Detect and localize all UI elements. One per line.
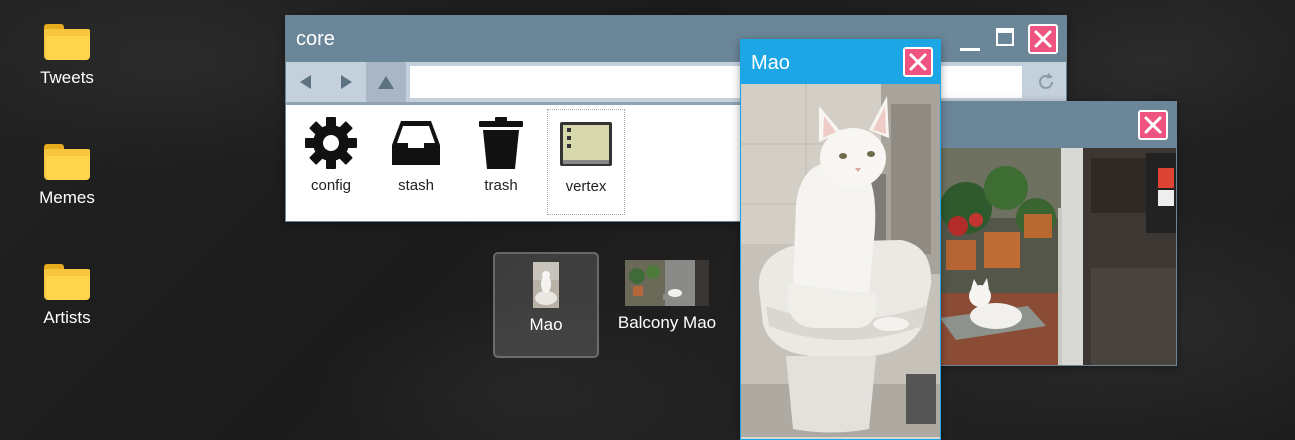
explorer-item-trash[interactable]: trash — [462, 115, 540, 194]
folder-icon — [44, 264, 90, 300]
explorer-item-label: trash — [484, 177, 518, 194]
mao-viewer-titlebar[interactable]: Mao — [741, 40, 940, 84]
inbox-icon — [392, 121, 440, 165]
folder-icon — [44, 144, 90, 180]
balcony-mao-thumbnail — [625, 260, 709, 306]
window-title: core — [296, 28, 335, 50]
balcony-mao-image — [936, 148, 1176, 365]
desktop-icon-tweets[interactable]: Tweets — [12, 24, 122, 88]
desktop-icon-artists[interactable]: Artists — [12, 264, 122, 328]
explorer-item-label: config — [310, 177, 352, 194]
close-icon[interactable] — [1138, 110, 1168, 140]
explorer-navbar — [286, 62, 1066, 105]
mao-thumbnail — [533, 262, 559, 308]
desktop-icon-label: Artists — [43, 308, 91, 327]
desktop-file-mao[interactable]: Mao — [493, 252, 599, 358]
desktop-file-label: Balcony Mao — [617, 313, 717, 332]
folder-icon — [44, 24, 90, 60]
desktop-icon-label: Memes — [39, 188, 95, 207]
explorer-item-label: stash — [398, 177, 434, 194]
gear-icon — [305, 117, 357, 169]
desktop-icon-label: Tweets — [40, 68, 94, 87]
window-title: Mao — [751, 52, 790, 74]
explorer-item-vertex[interactable]: vertex — [547, 109, 625, 215]
balcony-viewer-window[interactable] — [935, 101, 1177, 366]
minimize-icon[interactable] — [960, 48, 980, 51]
refresh-icon[interactable] — [1026, 62, 1066, 102]
trash-icon — [479, 117, 523, 169]
desktop-icon-memes[interactable]: Memes — [12, 144, 122, 208]
forward-arrow-icon[interactable] — [326, 62, 366, 102]
desktop-file-balcony-mao[interactable]: Balcony Mao — [614, 252, 720, 358]
explorer-item-config[interactable]: config — [292, 115, 370, 194]
back-arrow-icon[interactable] — [286, 62, 326, 102]
up-arrow-icon[interactable] — [366, 62, 406, 102]
close-icon[interactable] — [903, 47, 933, 77]
balcony-viewer-titlebar[interactable] — [936, 102, 1176, 148]
maximize-icon[interactable] — [996, 28, 1014, 46]
terminal-app-icon — [560, 122, 612, 166]
explorer-item-stash[interactable]: stash — [377, 115, 455, 194]
explorer-item-label: vertex — [565, 178, 607, 195]
mao-viewer-window[interactable]: Mao — [740, 39, 941, 440]
explorer-titlebar[interactable]: core — [286, 16, 1066, 62]
desktop-file-label: Mao — [529, 315, 563, 334]
close-icon[interactable] — [1028, 24, 1058, 54]
mao-image — [741, 84, 940, 437]
